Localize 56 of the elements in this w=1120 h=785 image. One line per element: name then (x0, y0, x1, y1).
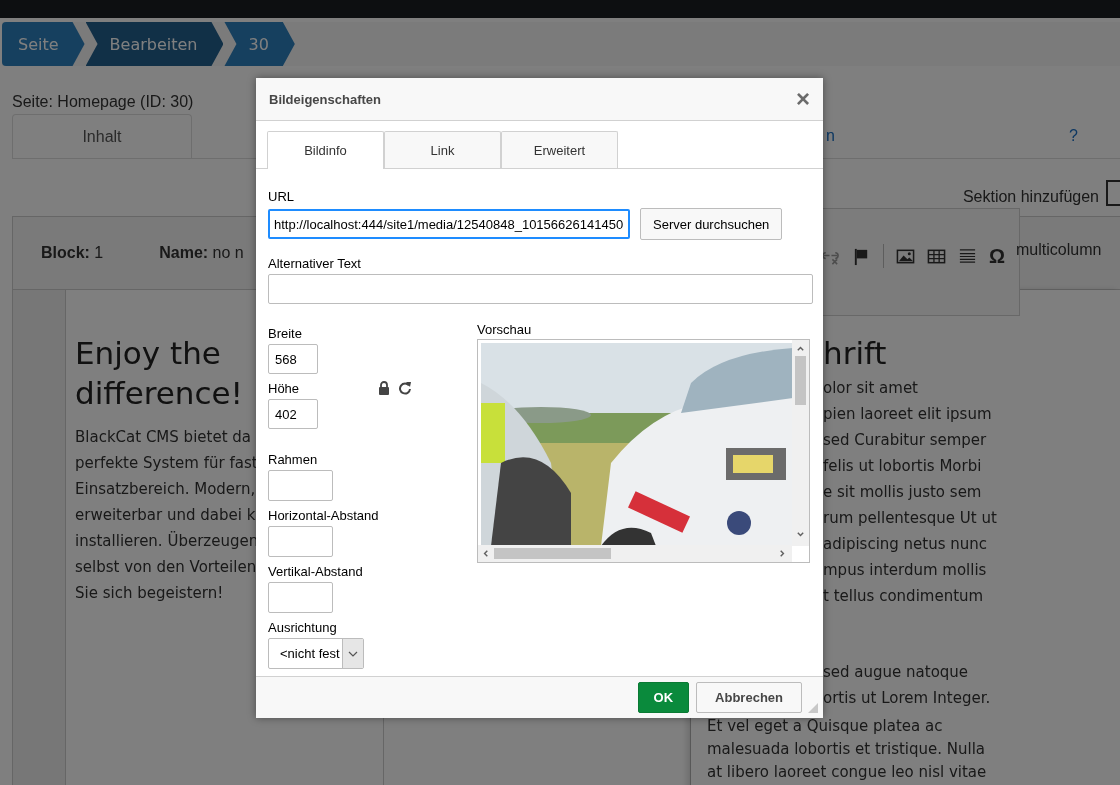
horizontal-spacing-field[interactable] (268, 526, 333, 557)
field-label: Alternativer Text (268, 256, 362, 271)
field-label: Horizontal-Abstand (268, 508, 380, 523)
field-label: Höhe (268, 381, 301, 396)
page-tab[interactable]: Inhalt (12, 114, 192, 158)
page-title: Seite: Homepage (ID: 30) (12, 92, 194, 112)
content-heading: hrift (823, 334, 887, 373)
field-label: URL (268, 189, 295, 204)
breadcrumb-item[interactable]: 30 (224, 22, 295, 66)
field-label: Vertikal-Abstand (268, 564, 364, 579)
block-name: Name: no n (159, 244, 244, 262)
content-paragraph: olor sit amet pien laoreet elit ipsum sed Curabitur semper felis ut lobortis Morbi e sit mollis justo sem rum pellentesque Ut ut adipiscing netus nunc mpus interdum mollis t tellus condimentum (823, 378, 997, 607)
resize-grip-icon[interactable] (808, 703, 818, 713)
scroll-left-icon[interactable] (481, 549, 490, 558)
content-paragraph: BlackCat CMS bietet da perfekte System für fast Einsatzbereich. Modern, erweiterbar und dabei k installieren. Überzeugen selbst von den Vorteilen Sie sich begeistern! (75, 427, 259, 604)
field-label: Ausrichtung (268, 620, 338, 635)
vertical-scrollbar[interactable] (792, 340, 809, 546)
scrollbar-thumb[interactable] (494, 548, 611, 559)
content-heading: Enjoy the difference! (75, 334, 244, 413)
browse-server-button[interactable]: Server durchsuchen (640, 208, 783, 240)
add-section-label: Sektion hinzufügen (962, 188, 1099, 206)
content-paragraph: sed augue natoque ortis ut Lorem Integer. (823, 662, 991, 709)
close-button[interactable]: × (796, 89, 810, 109)
dialog-tab[interactable]: Link (384, 131, 501, 168)
alt-text-field[interactable] (268, 274, 813, 304)
reset-icon[interactable] (398, 381, 412, 395)
field-label: Breite (268, 326, 303, 341)
dialog-tab[interactable]: Bildinfo (267, 131, 384, 169)
format-dropdown[interactable]: multicolumn (1016, 241, 1102, 259)
content-paragraph: Et vel eget a Quisque platea ac malesuada lobortis et tristique. Nulla at libero laoreet congue leo nisl vitae (707, 716, 987, 783)
horizontal-line-icon[interactable] (958, 246, 977, 266)
scroll-right-icon[interactable] (778, 549, 787, 558)
url-field[interactable]: http://localhost:444/site1/media/12540848_10156626141450 (268, 209, 630, 239)
scroll-down-icon[interactable] (796, 530, 805, 539)
ok-button[interactable]: OK (637, 682, 690, 713)
cancel-button[interactable]: Abbrechen (696, 682, 802, 713)
horizontal-scrollbar[interactable] (478, 545, 792, 562)
width-field[interactable]: 568 (268, 344, 318, 374)
dialog-title: Bildeigenschaften (269, 91, 381, 107)
block-number: Block: 1 (41, 244, 104, 262)
dialog-tab[interactable]: Erweitert (501, 131, 618, 168)
help-link[interactable]: ? (1069, 114, 1078, 158)
field-label: Vorschau (477, 322, 533, 337)
field-label: Rahmen (268, 452, 319, 467)
alignment-select[interactable]: <nicht fest (268, 638, 364, 669)
breadcrumb-item[interactable]: Seite (2, 22, 85, 66)
breadcrumb-item[interactable]: Bearbeiten (85, 22, 224, 66)
page-tab[interactable]: n (826, 114, 835, 158)
scroll-up-icon[interactable] (796, 344, 805, 353)
special-character-button[interactable]: Ω (989, 244, 1006, 268)
lock-icon[interactable] (377, 381, 391, 395)
border-field[interactable] (268, 470, 333, 501)
height-field[interactable]: 402 (268, 399, 318, 429)
scrollbar-thumb[interactable] (795, 356, 806, 405)
vertical-spacing-field[interactable] (268, 582, 333, 613)
section-select[interactable] (1106, 180, 1120, 206)
